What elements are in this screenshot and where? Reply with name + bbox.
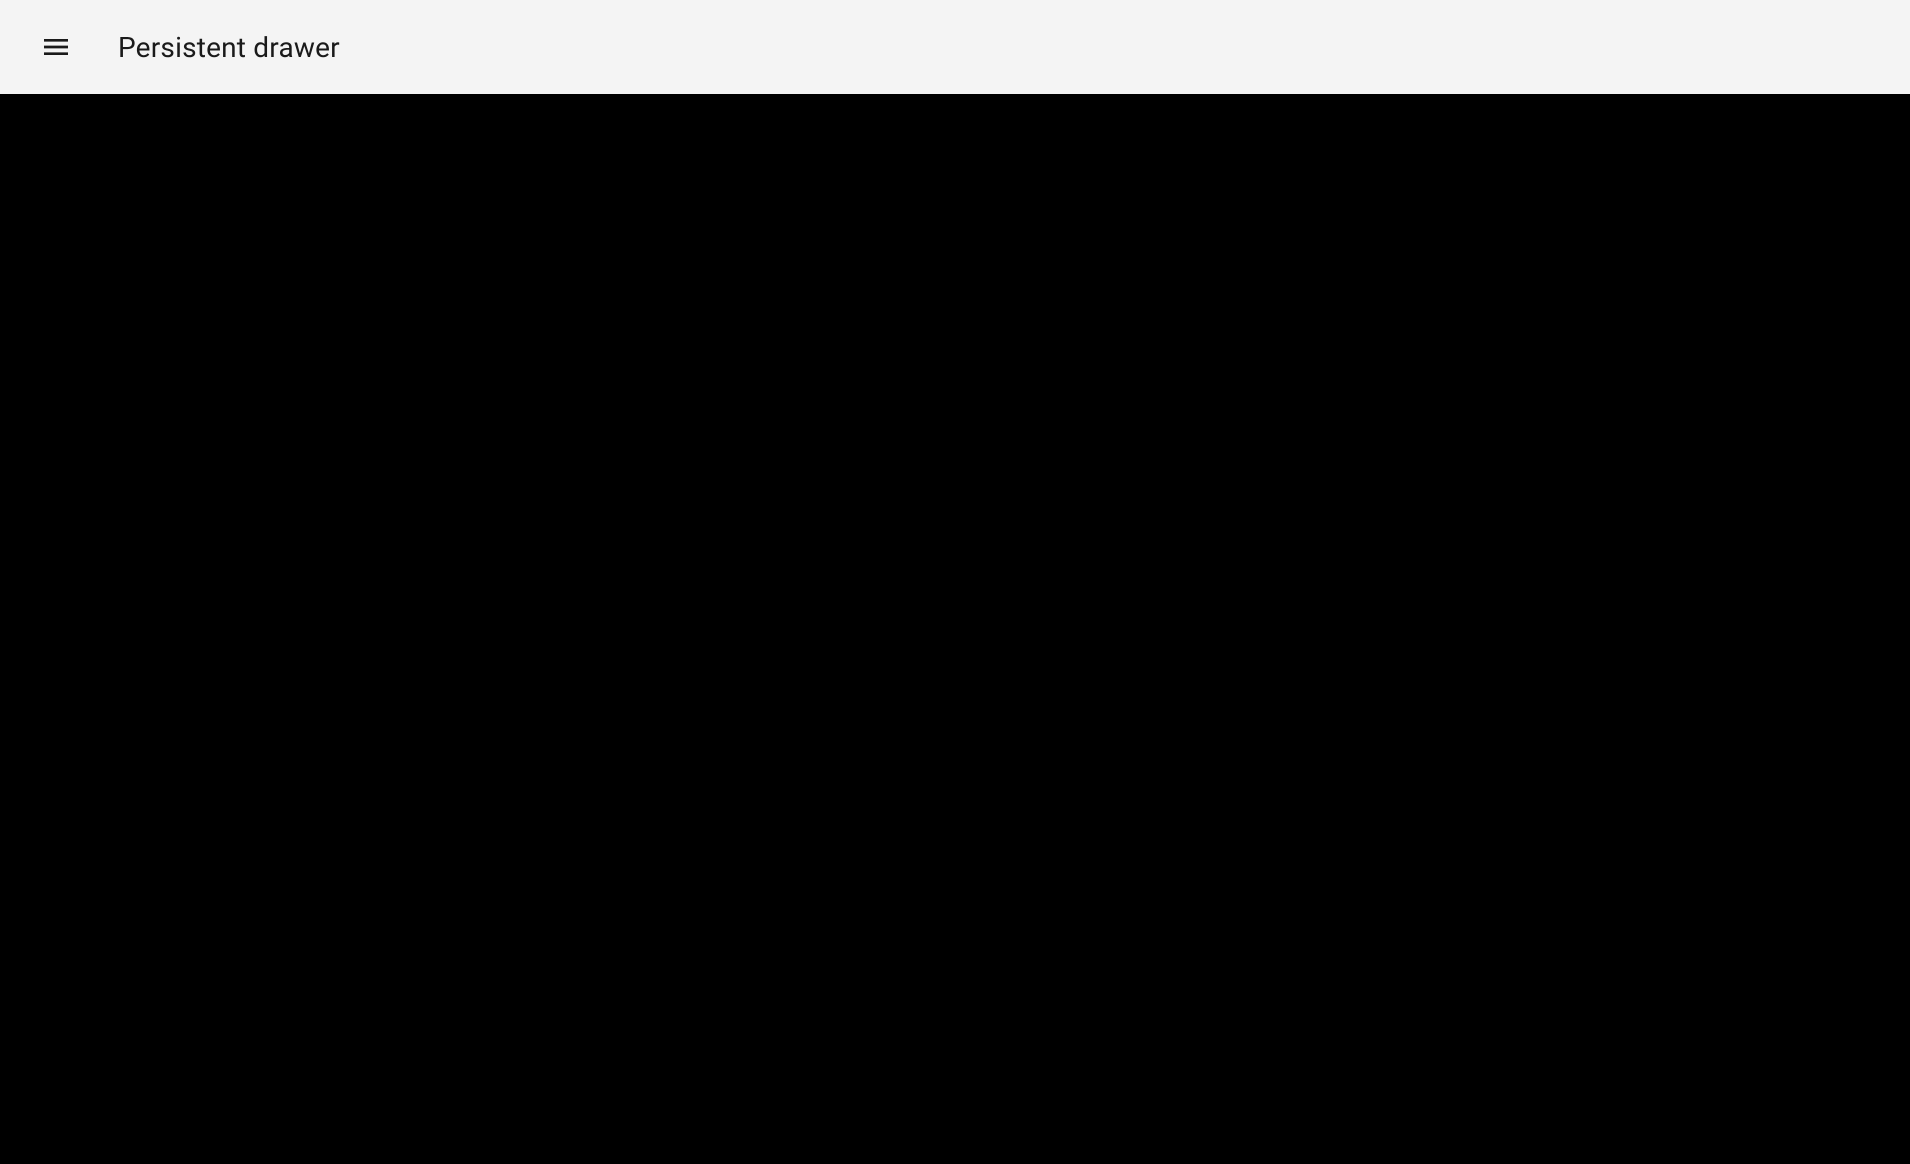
menu-button[interactable]	[32, 23, 80, 71]
app-bar: Persistent drawer	[0, 0, 1910, 94]
app-title: Persistent drawer	[118, 31, 340, 64]
hamburger-menu-icon	[40, 31, 72, 63]
main-content	[0, 94, 1910, 1164]
